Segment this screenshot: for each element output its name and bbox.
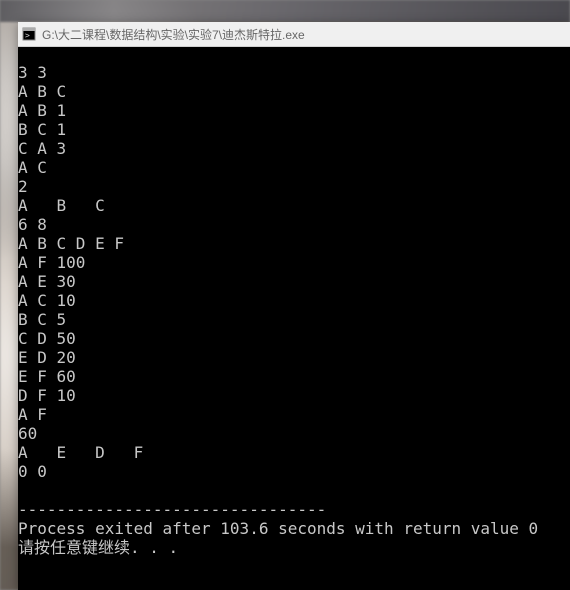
window-titlebar[interactable]: > G:\大二课程\数据结构\实验\实验7\迪杰斯特拉.exe (18, 22, 570, 47)
console-output[interactable]: 3 3 A B C A B 1 B C 1 C A 3 A C 2 A B C … (18, 63, 570, 574)
window-title: G:\大二课程\数据结构\实验\实验7\迪杰斯特拉.exe (42, 26, 305, 43)
console-window: > G:\大二课程\数据结构\实验\实验7\迪杰斯特拉.exe 3 3 A B … (18, 22, 570, 590)
console-app-icon: > (22, 27, 36, 41)
bg-top-band (0, 0, 570, 22)
svg-text:>: > (25, 31, 30, 40)
